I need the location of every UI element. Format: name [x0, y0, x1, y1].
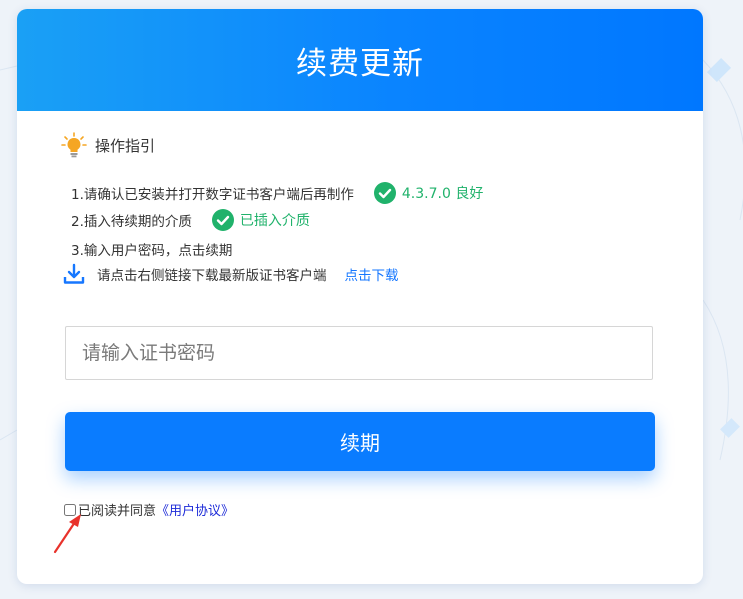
agreement-row: 已阅读并同意 《用户协议》	[64, 500, 234, 519]
download-icon	[63, 263, 85, 284]
guide-step-1: 1.请确认已安装并打开数字证书客户端后再制作 4.3.7.0 良好	[71, 182, 483, 204]
guide-header: 操作指引	[61, 131, 661, 159]
check-circle-icon	[211, 209, 234, 231]
download-row: 请点击右侧链接下载最新版证书客户端 点击下载	[63, 263, 399, 285]
certificate-password-input[interactable]	[65, 326, 653, 380]
page-title: 续费更新	[296, 45, 424, 82]
check-circle-icon	[373, 182, 396, 204]
guide-step-3: 3.输入用户密码，点击续期	[71, 239, 232, 259]
renew-button[interactable]: 续期	[65, 412, 655, 471]
lightbulb-icon	[61, 132, 87, 158]
guide-step-text: 3.输入用户密码，点击续期	[71, 243, 233, 259]
renewal-card: 续费更新 操作指引 1.请确认已安装并打开数字证书客户端后再制作 4.3.7.0…	[17, 9, 703, 584]
arrow-pointer-icon	[53, 514, 81, 554]
guide-step-2: 2.插入待续期的介质 已插入介质	[71, 209, 310, 231]
download-text: 请点击右侧链接下载最新版证书客户端	[97, 268, 327, 284]
user-agreement-link[interactable]: 《用户协议》	[156, 500, 234, 519]
guide-step-text: 2.插入待续期的介质	[71, 214, 192, 230]
download-link[interactable]: 点击下载	[345, 264, 399, 284]
card-header: 续费更新	[17, 9, 703, 111]
operation-guide: 操作指引 1.请确认已安装并打开数字证书客户端后再制作 4.3.7.0 良好 2…	[61, 131, 661, 284]
client-version-status: 4.3.7.0 良好	[401, 186, 484, 202]
guide-step-text: 1.请确认已安装并打开数字证书客户端后再制作	[71, 187, 354, 203]
guide-title: 操作指引	[95, 136, 156, 155]
medium-status: 已插入介质	[239, 213, 310, 229]
agreement-text: 已阅读并同意	[78, 504, 157, 519]
